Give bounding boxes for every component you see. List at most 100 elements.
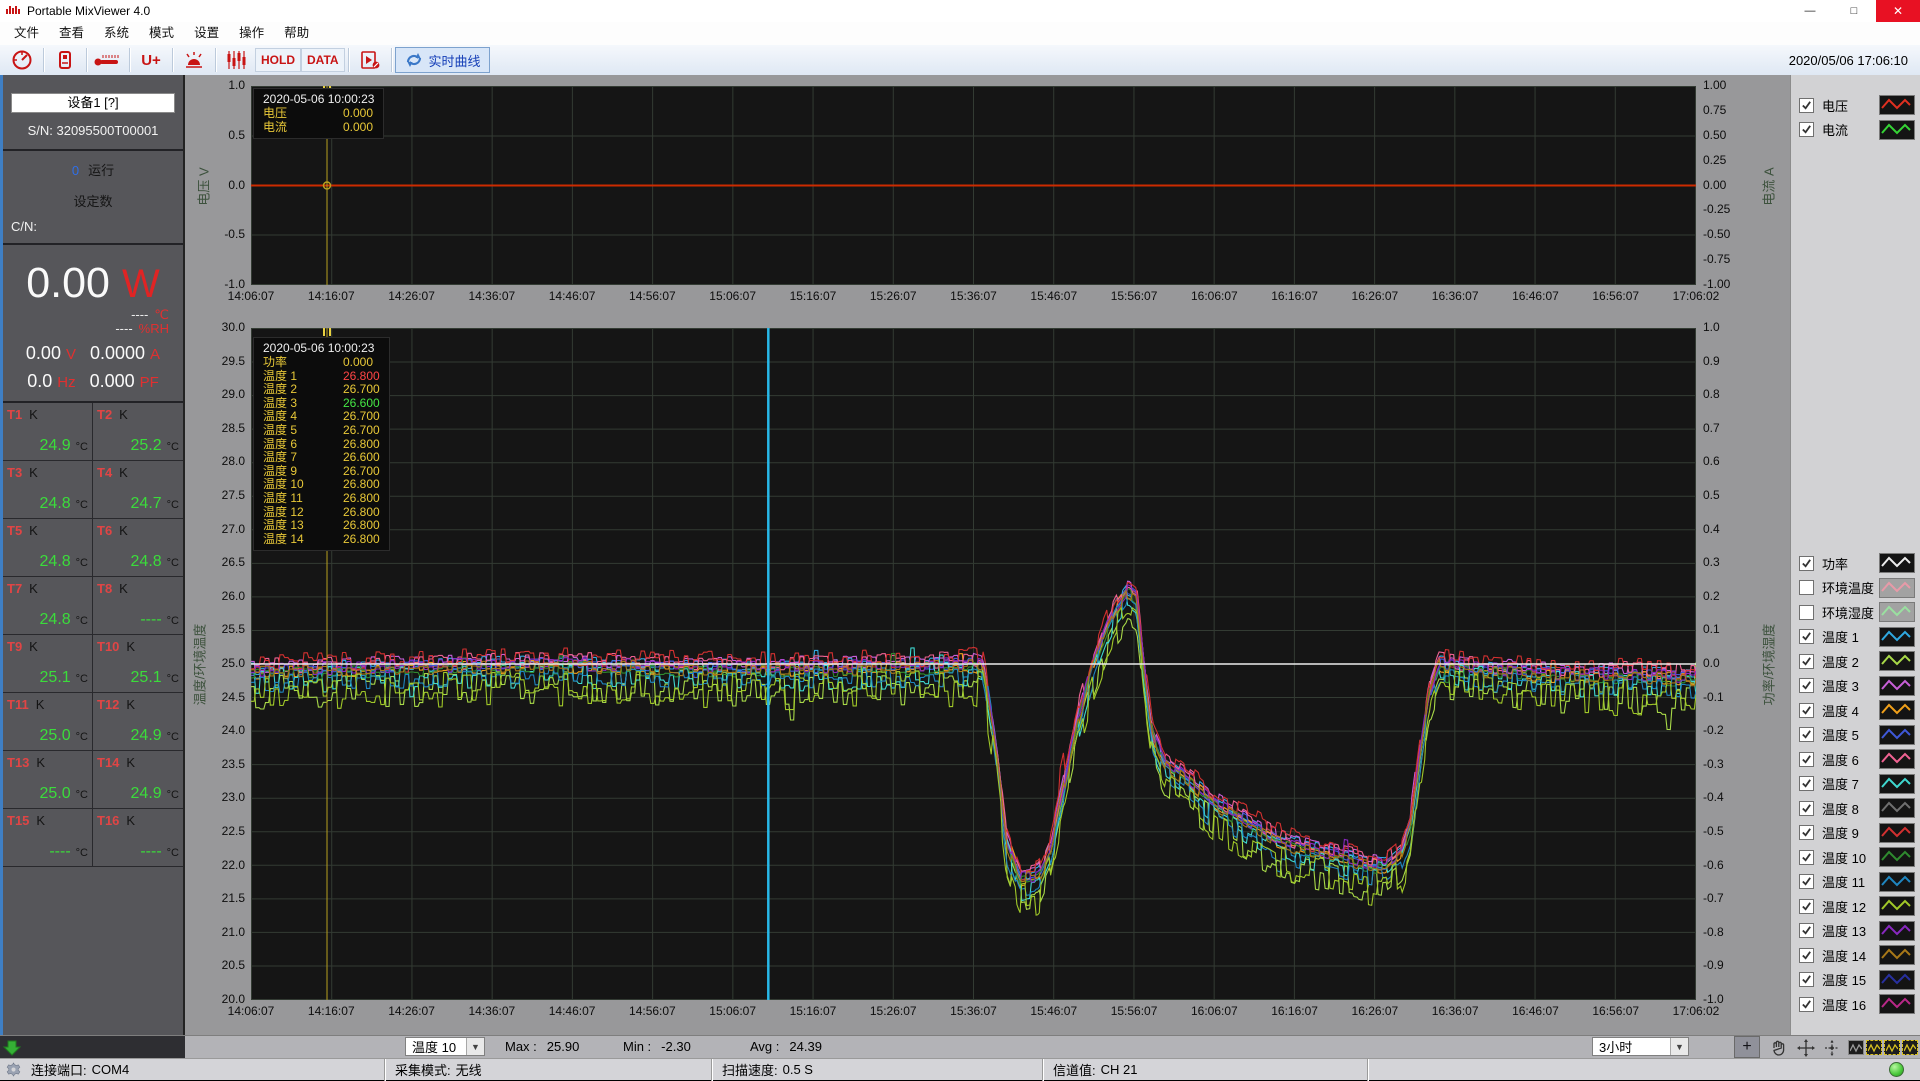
thermometer-tool-button[interactable] [90, 47, 126, 73]
alarm-tool-button[interactable] [176, 47, 212, 73]
bottom-legend-row-9: 温度 6 [1791, 747, 1920, 772]
voltage-tool-button[interactable]: U+ [133, 47, 169, 73]
bottom-legend-checkbox-13[interactable] [1799, 850, 1814, 865]
bottom-legend-label: 温度 15 [1822, 970, 1879, 989]
thermocouple-type: K [126, 813, 135, 828]
channel-value-row: ----°C [49, 843, 88, 861]
zoom-preset-button-1[interactable] [1848, 1040, 1864, 1055]
temperature-power-plot[interactable] [251, 328, 1696, 1000]
recorder-tool-button[interactable] [47, 47, 83, 73]
hold-button[interactable]: HOLD [255, 48, 301, 72]
stat-channel-select[interactable]: 温度 10 ▼ [405, 1037, 485, 1056]
channel-cell-T10: T10K25.1°C [93, 635, 183, 693]
x-tick-label: 14:46:07 [549, 1004, 596, 1018]
close-button[interactable]: ✕ [1876, 0, 1920, 22]
y-tick-label: 30.0 [187, 320, 245, 335]
zoom-preset-button-4[interactable] [1902, 1040, 1918, 1055]
x-tick-label: 16:36:07 [1432, 289, 1479, 303]
bottom-legend-checkbox-19[interactable] [1799, 997, 1814, 1012]
channel-value-row: 25.1°C [40, 669, 88, 687]
bottom-legend-checkbox-16[interactable] [1799, 923, 1814, 938]
thermocouple-type: K [119, 407, 128, 422]
bottom-legend-checkbox-17[interactable] [1799, 948, 1814, 963]
series-line-icon [1880, 873, 1912, 889]
y-tick-label: 0.75 [1703, 103, 1761, 118]
x-tick-label: 15:56:07 [1111, 289, 1158, 303]
bottom-legend-checkbox-9[interactable] [1799, 752, 1814, 767]
check-icon [1801, 100, 1812, 111]
minimize-button[interactable]: — [1788, 0, 1832, 22]
data-button[interactable]: DATA [301, 48, 345, 72]
voltage-unit: V [66, 346, 76, 363]
channel-id-row: T8K [97, 580, 183, 598]
bottom-legend-checkbox-6[interactable] [1799, 678, 1814, 693]
menu-item-2[interactable]: 查看 [49, 22, 94, 45]
channel-cell-T16: T16K----°C [93, 809, 183, 867]
menu-item-5[interactable]: 设置 [184, 22, 229, 45]
series-color-swatch [1879, 872, 1915, 892]
tooltip-series-label: 电压 [263, 107, 339, 121]
add-button[interactable]: + [1734, 1036, 1760, 1058]
zoom-preset-button-2[interactable] [1866, 1040, 1882, 1055]
y-tick-label: 1.0 [187, 78, 245, 93]
menu-item-1[interactable]: 文件 [4, 22, 49, 45]
realtime-curve-button[interactable]: 实时曲线 [395, 47, 490, 73]
bottom-legend-checkbox-1[interactable] [1799, 556, 1814, 571]
time-range-select[interactable]: 3小时 ▼ [1592, 1037, 1689, 1056]
menu-item-3[interactable]: 系统 [94, 22, 139, 45]
bottom-legend-checkbox-15[interactable] [1799, 899, 1814, 914]
bottom-legend-checkbox-5[interactable] [1799, 654, 1814, 669]
bottom-legend-checkbox-14[interactable] [1799, 874, 1814, 889]
green-down-arrow-icon[interactable] [3, 1039, 21, 1057]
bottom-legend-checkbox-2[interactable] [1799, 580, 1814, 595]
maximize-button[interactable]: □ [1832, 0, 1876, 22]
tooltip-row: 温度 226.700 [263, 383, 380, 397]
record-export-button[interactable] [352, 47, 388, 73]
channels-tool-button[interactable] [219, 47, 255, 73]
y-tick-label: -0.6 [1703, 858, 1761, 873]
status-label: 扫描速度: [722, 1060, 778, 1079]
channel-value-row: 24.9°C [131, 785, 179, 803]
bottom-legend-checkbox-8[interactable] [1799, 727, 1814, 742]
voltage-current-plot[interactable] [251, 86, 1696, 285]
freq-pf-readout: 0.0Hz 0.000PF [3, 371, 183, 392]
y-tick-label: -0.5 [1703, 824, 1761, 839]
series-color-swatch [1879, 970, 1915, 990]
zoom-preset-button-3[interactable] [1884, 1040, 1900, 1055]
bottom-legend-row-5: 温度 2 [1791, 649, 1920, 674]
pan-hand-button[interactable] [1766, 1037, 1790, 1058]
top-legend-checkbox-1[interactable] [1799, 98, 1814, 113]
tooltip-series-value: 26.600 [343, 451, 380, 465]
bottom-legend-checkbox-3[interactable] [1799, 605, 1814, 620]
tooltip-row: 温度 1026.800 [263, 478, 380, 492]
series-color-swatch [1879, 120, 1915, 140]
gauge-tool-button[interactable] [4, 47, 40, 73]
menu-item-4[interactable]: 模式 [139, 22, 184, 45]
menu-item-6[interactable]: 操作 [229, 22, 274, 45]
move-mode-button[interactable] [1794, 1037, 1818, 1058]
bottom-legend-checkbox-12[interactable] [1799, 825, 1814, 840]
bottom-legend-checkbox-10[interactable] [1799, 776, 1814, 791]
series-line-icon [1880, 971, 1912, 987]
bottom-legend-checkbox-7[interactable] [1799, 703, 1814, 718]
channel-id: T7 [7, 581, 22, 596]
device-name[interactable]: 设备1 [?] [11, 93, 175, 113]
bottom-legend-checkbox-11[interactable] [1799, 801, 1814, 816]
bottom-legend-row-1: 功率 [1791, 551, 1920, 576]
bottom-legend-checkbox-18[interactable] [1799, 972, 1814, 987]
bottom-legend-label: 温度 1 [1822, 627, 1879, 646]
menu-item-7[interactable]: 帮助 [274, 22, 319, 45]
refresh-icon [404, 51, 424, 69]
top-legend-checkbox-2[interactable] [1799, 122, 1814, 137]
recorder-icon [53, 49, 77, 71]
tooltip-series-value: 26.800 [343, 438, 380, 452]
zoom-mode-button[interactable] [1820, 1037, 1844, 1058]
channel-id: T8 [97, 581, 112, 596]
bottom-legend-checkbox-4[interactable] [1799, 629, 1814, 644]
x-tick-label: 14:26:07 [388, 289, 435, 303]
ambient-rh-value: ---- [115, 321, 132, 336]
bottom-chart-legend: 功率环境温度环境湿度温度 1温度 2温度 3温度 4温度 5温度 6温度 7温度… [1791, 551, 1920, 1017]
channel-value-row: ----°C [140, 611, 179, 629]
legend-panel: 电压电流 功率环境温度环境湿度温度 1温度 2温度 3温度 4温度 5温度 6温… [1790, 75, 1920, 1035]
top-legend-row-2: 电流 [1791, 118, 1920, 143]
